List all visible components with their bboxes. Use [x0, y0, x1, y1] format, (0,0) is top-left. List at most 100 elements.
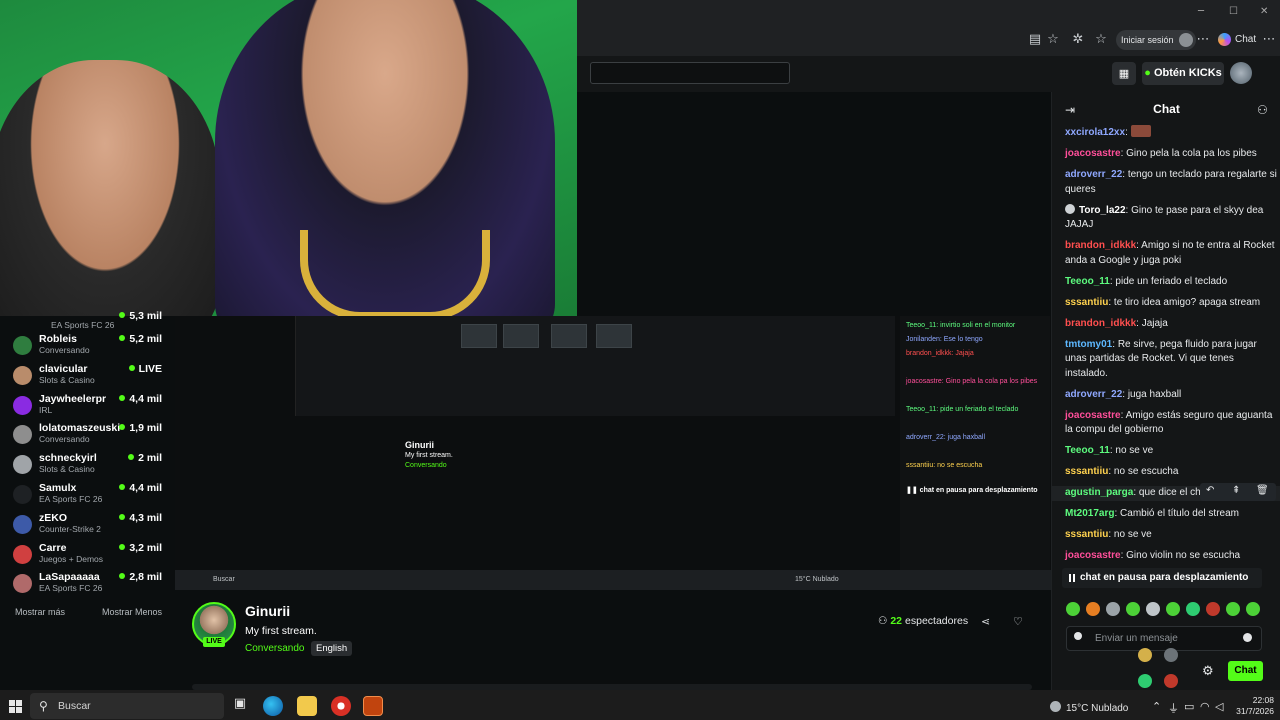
chat-username[interactable]: brandon_idkkk: [1065, 240, 1136, 251]
taskbar-clock[interactable]: 22:08 31/7/2026: [1232, 695, 1274, 717]
channel-viewers: 1,9 mil: [119, 422, 162, 434]
emote-icon[interactable]: [1126, 602, 1140, 616]
volume-icon[interactable]: ◁: [1215, 700, 1223, 713]
browser-more-icon[interactable]: ⋯: [1262, 33, 1276, 47]
reader-icon[interactable]: ▤: [1028, 33, 1042, 47]
emote-icon[interactable]: [1186, 602, 1200, 616]
chat-username[interactable]: tmtomy01: [1065, 339, 1112, 350]
channel-item[interactable]: Carre Juegos + Demos 3,2 mil: [13, 541, 168, 567]
site-search-input[interactable]: [590, 62, 790, 84]
get-kicks-button[interactable]: ● Obtén KICKs: [1142, 62, 1224, 85]
delete-icon[interactable]: 🗑: [1256, 485, 1269, 496]
copilot-button[interactable]: Chat: [1218, 33, 1256, 46]
microphone-icon[interactable]: ⏚: [1168, 700, 1179, 716]
pin-icon[interactable]: ⇞: [1232, 485, 1240, 496]
channel-avatar: [13, 485, 32, 504]
chat-paused-banner[interactable]: chat en pausa para desplazamiento: [1062, 568, 1262, 588]
channel-item[interactable]: schneckyirl Slots & Casino 2 mil: [13, 451, 168, 477]
file-explorer-icon[interactable]: [297, 696, 317, 716]
language-tag[interactable]: English: [311, 641, 353, 656]
chat-users-icon[interactable]: ⚇: [1257, 103, 1268, 117]
emote-icon[interactable]: [1246, 602, 1260, 616]
chat-username[interactable]: xxcirola12xx: [1065, 127, 1125, 138]
chat-username[interactable]: joacosastre: [1065, 410, 1121, 421]
channel-item[interactable]: Jaywheelerpr IRL 4,4 mil: [13, 392, 168, 418]
start-icon[interactable]: [9, 700, 22, 713]
user-avatar[interactable]: [1230, 62, 1252, 84]
chat-message[interactable]: joacosastre: Gino pela la cola pa los pi…: [1065, 147, 1277, 162]
extensions-icon[interactable]: ✲: [1071, 33, 1085, 47]
chat-username[interactable]: Mt2017arg: [1065, 508, 1114, 519]
channel-item[interactable]: lolatomaszeuski Conversando 1,9 mil: [13, 421, 168, 447]
more-options-icon[interactable]: ⋯: [1196, 33, 1210, 47]
emote-icon[interactable]: [1206, 602, 1220, 616]
share-icon[interactable]: ⋖: [981, 615, 990, 628]
taskbar-search[interactable]: ⚲ Buscar: [30, 693, 224, 719]
emote-icon[interactable]: [1086, 602, 1100, 616]
chat-message[interactable]: Mt2017arg: Cambió el título del stream: [1065, 507, 1277, 522]
channel-item[interactable]: Robleis Conversando 5,2 mil: [13, 332, 168, 358]
show-more-link[interactable]: Mostrar más: [15, 607, 65, 617]
chat-input[interactable]: Enviar un mensaje: [1066, 626, 1262, 651]
favorites-icon[interactable]: ☆: [1094, 33, 1108, 47]
channel-item[interactable]: clavicular Slots & Casino LIVE: [13, 362, 168, 388]
chat-username[interactable]: brandon_idkkk: [1065, 318, 1136, 329]
emote-icon[interactable]: [1226, 602, 1240, 616]
streamer-name[interactable]: Ginurii: [245, 603, 290, 619]
chat-message[interactable]: sssantiiu: no se ve: [1065, 528, 1277, 543]
chat-username[interactable]: adroverr_22: [1065, 169, 1122, 180]
chat-username[interactable]: joacosastre: [1065, 550, 1121, 561]
wifi-icon[interactable]: ◠: [1200, 700, 1210, 713]
emote-icon[interactable]: [1106, 602, 1120, 616]
chat-settings-icon[interactable]: ⚙: [1202, 664, 1214, 679]
chat-username[interactable]: sssantiiu: [1065, 529, 1108, 540]
weather-widget[interactable]: 15°C Nublado: [1050, 701, 1128, 714]
chat-message[interactable]: Teeoo_11: no se ve: [1065, 444, 1277, 459]
channel-item[interactable]: Samulx EA Sports FC 26 4,4 mil: [13, 481, 168, 507]
emote-icon[interactable]: [1066, 602, 1080, 616]
maximize-icon[interactable]: ☐: [1229, 6, 1238, 17]
tray-chevron-icon[interactable]: ⌃: [1152, 700, 1161, 713]
chat-message[interactable]: sssantiiu: te tiro idea amigo? apaga str…: [1065, 296, 1277, 311]
network-icon[interactable]: ▭: [1184, 700, 1194, 713]
chat-username[interactable]: sssantiiu: [1065, 466, 1108, 477]
favorite-star-icon[interactable]: ☆: [1046, 33, 1060, 47]
chat-username[interactable]: Teeoo_11: [1065, 445, 1110, 456]
chat-message[interactable]: Teeoo_11: pide un feriado el teclado: [1065, 275, 1277, 290]
reply-icon[interactable]: ↶: [1206, 485, 1214, 496]
chat-username[interactable]: agustin_parga: [1065, 487, 1133, 498]
library-icon[interactable]: ▦: [1112, 62, 1136, 85]
emote-icon[interactable]: [1146, 602, 1160, 616]
channel-item-partial[interactable]: EA Sports FC 26 5,3 mil: [13, 310, 168, 332]
stream-category[interactable]: Conversando: [245, 643, 304, 654]
signin-button[interactable]: Iniciar sesión: [1116, 30, 1196, 50]
task-view-icon[interactable]: ▣: [230, 696, 250, 716]
chat-message[interactable]: sssantiiu: no se escucha: [1065, 465, 1277, 480]
chat-message[interactable]: joacosastre: Gino violin no se escucha: [1065, 549, 1277, 564]
chat-message[interactable]: adroverr_22: juga haxball: [1065, 388, 1277, 403]
chat-message[interactable]: xxcirola12xx:: [1065, 125, 1277, 141]
chat-message[interactable]: brandon_idkkk: Amigo si no te entra al R…: [1065, 239, 1277, 268]
send-chat-button[interactable]: Chat: [1228, 661, 1263, 681]
close-icon[interactable]: ✕: [1260, 6, 1268, 17]
chat-username[interactable]: Toro_la22: [1079, 205, 1126, 216]
chat-username[interactable]: adroverr_22: [1065, 389, 1122, 400]
emoji-icon[interactable]: [1243, 633, 1252, 642]
follow-icon[interactable]: ♡: [1013, 615, 1023, 628]
channel-item[interactable]: LaSapaaaaa EA Sports FC 26 2,8 mil: [13, 570, 168, 596]
chat-message[interactable]: tmtomy01: Re sirve, pega fluido para jug…: [1065, 338, 1277, 382]
chat-message[interactable]: brandon_idkkk: Jajaja: [1065, 317, 1277, 332]
stream-app-icon[interactable]: [363, 696, 383, 716]
edge-icon[interactable]: [263, 696, 283, 716]
chat-username[interactable]: joacosastre: [1065, 148, 1121, 159]
chat-username[interactable]: sssantiiu: [1065, 297, 1108, 308]
obs-icon[interactable]: [331, 696, 351, 716]
chat-message[interactable]: Toro_la22: Gino te pase para el skyy dea…: [1065, 203, 1277, 233]
chat-message[interactable]: adroverr_22: tengo un teclado para regal…: [1065, 168, 1277, 197]
chat-message[interactable]: joacosastre: Amigo estás seguro que agua…: [1065, 409, 1277, 438]
emote-icon[interactable]: [1166, 602, 1180, 616]
channel-item[interactable]: zEKO Counter-Strike 2 4,3 mil: [13, 511, 168, 537]
chat-username[interactable]: Teeoo_11: [1065, 276, 1110, 287]
minimize-icon[interactable]: ─: [1198, 6, 1204, 17]
show-less-link[interactable]: Mostrar Menos: [102, 607, 162, 617]
